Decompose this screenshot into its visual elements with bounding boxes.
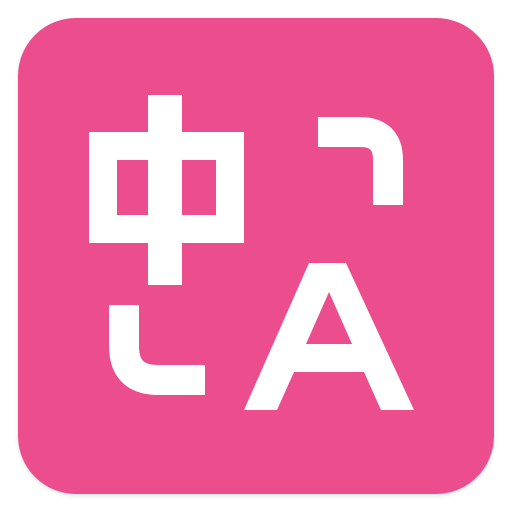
language-translate-icon xyxy=(89,95,414,410)
arrow-hook-bottom-icon xyxy=(109,305,205,395)
chinese-character-zhong-icon xyxy=(89,95,244,285)
arrow-hook-top-icon xyxy=(318,117,403,205)
latin-letter-a-icon xyxy=(244,263,414,410)
